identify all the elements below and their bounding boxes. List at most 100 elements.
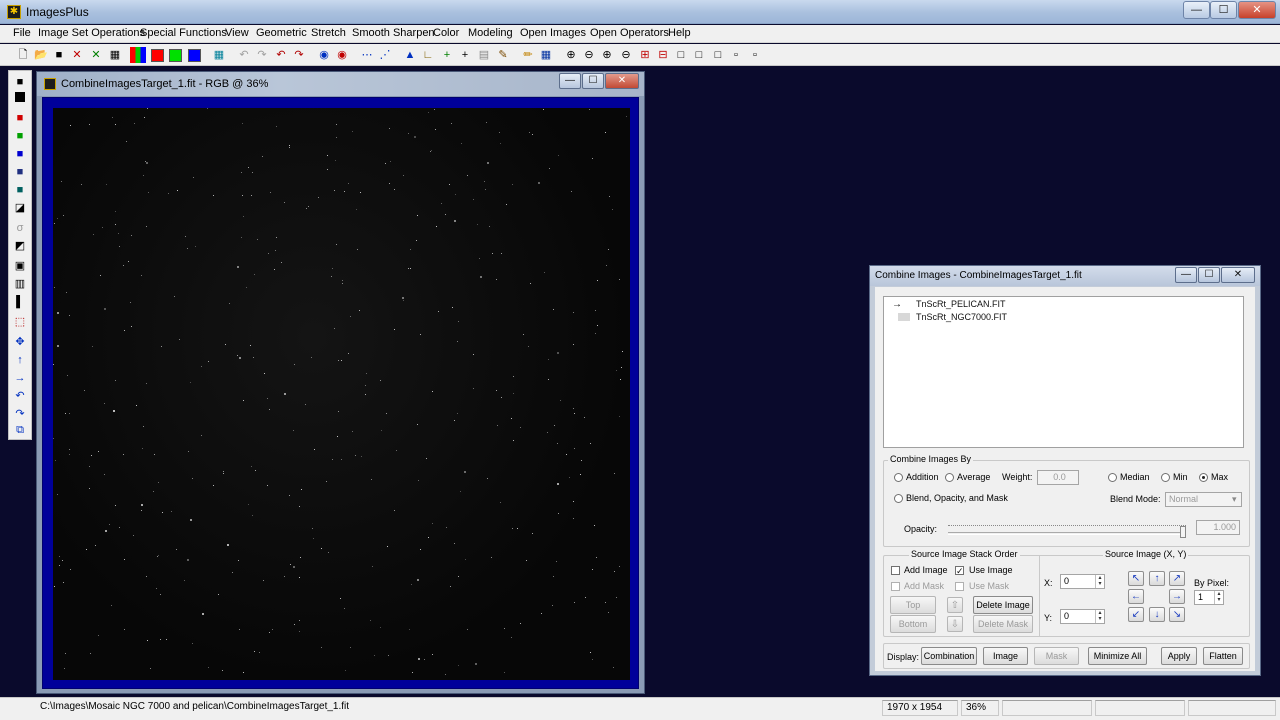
arrow-down-button[interactable]: ↓: [1149, 607, 1165, 622]
move-down-icon[interactable]: ⇩: [947, 616, 963, 632]
gradient-icon[interactable]: ◩: [12, 238, 28, 254]
new-file-icon[interactable]: 🗋: [15, 47, 31, 63]
arrow-right-button[interactable]: →: [1169, 589, 1185, 604]
image-maximize-button[interactable]: ☐: [582, 73, 604, 89]
zoom-in-icon[interactable]: ⊕: [563, 47, 579, 63]
use-mask-checkbox[interactable]: [955, 582, 964, 591]
dialog-minimize-button[interactable]: —: [1175, 267, 1197, 283]
minimize-all-button[interactable]: Minimize All: [1088, 647, 1147, 665]
arrow-down-left-button[interactable]: ↙: [1128, 607, 1144, 622]
table-icon[interactable]: ▤: [476, 47, 492, 63]
max-radio[interactable]: [1199, 473, 1208, 482]
min-radio[interactable]: [1161, 473, 1170, 482]
blue-channel-icon[interactable]: [188, 49, 201, 62]
opacity-slider[interactable]: [948, 522, 1186, 538]
image-close-button[interactable]: ✕: [605, 73, 639, 89]
save-tool-icon[interactable]: ■: [12, 74, 28, 90]
apply-button[interactable]: Apply: [1161, 647, 1197, 665]
menu-view[interactable]: View: [225, 27, 249, 39]
red-channel-icon[interactable]: [151, 49, 164, 62]
mixed-square-icon[interactable]: ■: [12, 164, 28, 180]
square-3-icon[interactable]: □: [710, 47, 726, 63]
save-icon[interactable]: ■: [51, 47, 67, 63]
menu-image-set-operations[interactable]: Image Set Operations: [38, 27, 145, 39]
arrow-up-right-button[interactable]: ↗: [1169, 571, 1185, 586]
x-offset-input[interactable]: 0 ▴ ▾: [1060, 574, 1105, 589]
print-icon[interactable]: ▦: [107, 47, 123, 63]
image-button[interactable]: Image: [983, 647, 1028, 665]
menu-help[interactable]: Help: [668, 27, 691, 39]
histogram-icon[interactable]: ⋰: [377, 47, 393, 63]
menu-file[interactable]: File: [13, 27, 31, 39]
pencil-icon[interactable]: ✏: [520, 47, 536, 63]
average-radio[interactable]: [945, 473, 954, 482]
move-up-icon[interactable]: ⇧: [947, 597, 963, 613]
menu-geometric[interactable]: Geometric: [256, 27, 307, 39]
dialog-close-button[interactable]: ✕: [1221, 267, 1255, 283]
app-maximize-button[interactable]: ☐: [1210, 1, 1237, 19]
green-channel-icon[interactable]: [169, 49, 182, 62]
square-2-icon[interactable]: □: [691, 47, 707, 63]
image-list[interactable]: → TnScRt_PELICAN.FIT TnScRt_NGC7000.FIT: [883, 296, 1244, 448]
select-grid-icon[interactable]: ▦: [538, 47, 554, 63]
split-icon[interactable]: ▌: [12, 294, 28, 310]
close-x-icon[interactable]: ✕: [69, 47, 85, 63]
square-1-icon[interactable]: □: [673, 47, 689, 63]
half-square-icon[interactable]: ◪: [12, 200, 28, 216]
rotate-left-icon[interactable]: ↶: [12, 388, 28, 404]
palette-icon[interactable]: ✎: [495, 47, 511, 63]
frame-icon[interactable]: ▣: [12, 258, 28, 274]
menu-smooth-sharpen[interactable]: Smooth Sharpen: [352, 27, 435, 39]
undo-all-icon[interactable]: ↶: [273, 47, 289, 63]
arrow-up-icon[interactable]: ↑: [12, 352, 28, 368]
spin-arrows-icon[interactable]: ▴ ▾: [1214, 591, 1223, 604]
combination-button[interactable]: Combination: [921, 647, 977, 665]
menu-open-operators[interactable]: Open Operators: [590, 27, 669, 39]
dots-icon[interactable]: ⋯: [359, 47, 375, 63]
rotate-right-icon[interactable]: ↷: [12, 406, 28, 422]
spin-arrows-icon[interactable]: ▴ ▾: [1095, 610, 1104, 623]
minus-icon[interactable]: ⊟: [655, 47, 671, 63]
mask-button[interactable]: Mask: [1034, 647, 1079, 665]
open-file-icon[interactable]: 📂: [33, 47, 49, 63]
arrow-right-icon[interactable]: →: [12, 370, 28, 386]
y-offset-input[interactable]: 0 ▴ ▾: [1060, 609, 1105, 624]
app-close-button[interactable]: ✕: [1238, 1, 1276, 19]
bars-icon[interactable]: ▥: [12, 276, 28, 292]
blend-radio[interactable]: [894, 494, 903, 503]
rgb-channels-icon[interactable]: [130, 47, 146, 63]
redo-all-icon[interactable]: ↷: [291, 47, 307, 63]
dialog-maximize-button[interactable]: ☐: [1198, 267, 1220, 283]
stop-icon[interactable]: ◉: [334, 47, 350, 63]
square-4-icon[interactable]: ▫: [728, 47, 744, 63]
copy-icon[interactable]: ⧉: [12, 422, 28, 438]
black-square-icon[interactable]: [15, 92, 25, 102]
image-window-titlebar[interactable]: CombineImagesTarget_1.fit - RGB @ 36% — …: [37, 72, 644, 96]
bottom-button[interactable]: Bottom: [890, 615, 936, 633]
menu-modeling[interactable]: Modeling: [468, 27, 513, 39]
flatten-button[interactable]: Flatten: [1203, 647, 1243, 665]
blue-square-icon[interactable]: ■: [12, 146, 28, 162]
arrow-left-button[interactable]: ←: [1128, 589, 1144, 604]
app-minimize-button[interactable]: —: [1183, 1, 1210, 19]
grid-icon[interactable]: ▦: [211, 47, 227, 63]
menu-special-functions[interactable]: Special Functions: [140, 27, 227, 39]
addition-radio[interactable]: [894, 473, 903, 482]
green-square-icon[interactable]: ■: [12, 128, 28, 144]
opacity-value[interactable]: 1.000: [1196, 520, 1240, 535]
dialog-titlebar[interactable]: Combine Images - CombineImagesTarget_1.f…: [870, 266, 1260, 286]
by-pixel-input[interactable]: 1 ▴ ▾: [1194, 590, 1224, 605]
use-image-checkbox[interactable]: ✓: [955, 566, 964, 576]
red-square-icon[interactable]: ■: [12, 110, 28, 126]
star-field-image[interactable]: [53, 108, 630, 680]
crosshair-icon[interactable]: ∟: [420, 47, 436, 63]
cyan-square-icon[interactable]: ■: [12, 182, 28, 198]
zoom-fit-icon[interactable]: ⊕: [599, 47, 615, 63]
add-image-checkbox[interactable]: [891, 566, 900, 575]
redo-icon[interactable]: ↷: [254, 47, 270, 63]
image-minimize-button[interactable]: —: [559, 73, 581, 89]
crosshair-plus-icon[interactable]: +: [457, 47, 473, 63]
menu-color[interactable]: Color: [433, 27, 459, 39]
crop-icon[interactable]: ⬚: [12, 314, 28, 330]
levels-icon[interactable]: ▲: [402, 47, 418, 63]
